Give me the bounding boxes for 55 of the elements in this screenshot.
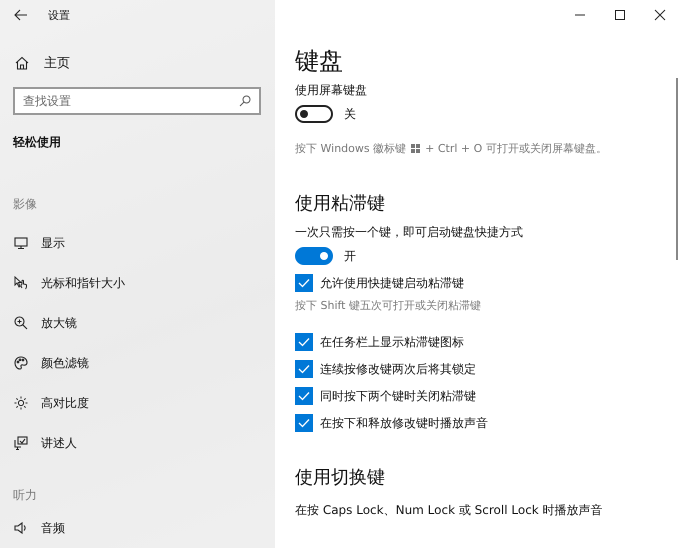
section-heading: 使用切换键 [295,466,386,490]
search-icon [239,95,251,107]
maximize-icon[interactable] [614,9,626,21]
window-title: 设置 [48,8,70,22]
checkbox[interactable] [295,387,313,405]
checkmark-icon [298,391,310,401]
toggle-switch[interactable] [295,105,333,123]
speaker-icon [14,521,28,535]
checkmark-icon [298,418,310,428]
setting-label: 使用屏幕键盘 [295,82,368,99]
nav-item[interactable]: 音频 [0,508,275,548]
section-title: 轻松使用 [13,134,62,151]
nav-item[interactable]: 光标和指针大小 [0,263,275,303]
nav-item[interactable]: 显示 [0,223,275,263]
close-icon[interactable] [654,9,666,21]
setting-label: 在按 Caps Lock、Num Lock 或 Scroll Lock 时播放声音 [295,502,604,519]
monitor-icon [14,236,28,250]
nav-item[interactable]: 颜色滤镜 [0,343,275,383]
checkmark-icon [298,278,310,288]
group-heading: 影像 [13,196,38,213]
checkbox-label: 在任务栏上显示粘滞键图标 [320,334,464,350]
group-heading: 听力 [13,487,38,504]
checkbox[interactable] [295,360,313,378]
toggle-state: 关 [344,106,356,122]
search-field[interactable]: 查找设置 [13,87,261,115]
hint-text: 按下 Shift 键五次可打开或关闭粘滞键 [295,299,481,312]
sun-icon [14,396,28,410]
checkbox[interactable] [295,414,313,432]
checkmark-icon [298,337,310,347]
nav-item[interactable]: 高对比度 [0,383,275,423]
checkbox-label: 同时按下两个键时关闭粘滞键 [320,388,476,404]
setting-label: 一次只需按一个键，即可启动键盘快捷方式 [295,224,524,241]
scrollbar[interactable] [676,78,678,260]
nav-item[interactable]: 放大镜 [0,303,275,343]
checkbox-label: 允许使用快捷键启动粘滞键 [320,274,464,292]
hand-cursor-icon [14,276,28,290]
palette-icon [14,356,28,370]
back-arrow-icon[interactable] [14,9,28,21]
narrator-icon [14,436,28,450]
section-heading: 使用粘滞键 [295,192,386,216]
house-icon [15,56,29,70]
page-title: 键盘 [295,46,344,76]
home-link[interactable]: 主页 [0,48,275,78]
checkmark-icon [298,364,310,374]
windows-logo-icon [411,144,420,153]
nav-item[interactable]: 讲述人 [0,423,275,463]
hint-text: + Ctrl + O 可打开或关闭屏幕键盘。 [425,141,607,156]
toggle-switch[interactable] [295,247,333,265]
checkbox-label: 连续按修改键两次后将其锁定 [320,360,476,378]
checkbox-label: 在按下和释放修改键时播放声音 [320,414,488,432]
magnifier-icon [14,316,28,330]
checkbox[interactable] [295,274,313,292]
toggle-state: 开 [344,248,356,264]
hint-text: 按下 Windows 徽标键 [295,141,406,156]
checkbox[interactable] [295,333,313,351]
